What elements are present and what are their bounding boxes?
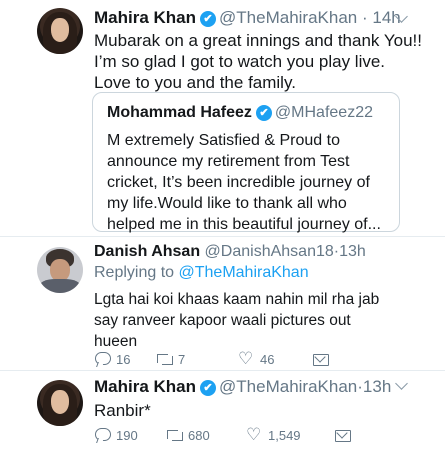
quoted-tweet-text: M extremely Satisfied & Proud to announc… bbox=[107, 130, 392, 235]
like-count: 46 bbox=[260, 351, 275, 367]
tweet-danish-reply[interactable]: Danish Ahsan @DanishAhsan18·13h Replying… bbox=[0, 237, 445, 367]
timestamp[interactable]: 13h bbox=[339, 243, 366, 260]
reply-icon bbox=[94, 351, 112, 367]
quoted-line: helped me in this beautiful journey of..… bbox=[107, 216, 381, 233]
retweet-count: 680 bbox=[188, 427, 210, 443]
direct-message-icon bbox=[312, 351, 330, 367]
direct-message-button[interactable] bbox=[334, 427, 356, 443]
retweet-icon bbox=[156, 351, 174, 367]
retweet-icon bbox=[166, 427, 184, 443]
author-name[interactable]: Mahira Khan bbox=[94, 8, 196, 27]
replying-to: Replying to @TheMahiraKhan bbox=[94, 264, 309, 282]
retweet-count: 7 bbox=[178, 351, 186, 367]
tweet-header: Mahira Khan ✔ @TheMahiraKhan · 14h bbox=[94, 8, 401, 28]
tweet-line: Mubarak on a great innings and thank You… bbox=[94, 31, 422, 50]
replying-to-label: Replying to bbox=[94, 264, 175, 281]
retweet-button[interactable]: 7 bbox=[156, 351, 238, 367]
tweet-text: Mubarak on a great innings and thank You… bbox=[94, 30, 422, 93]
heart-icon: ♡ bbox=[238, 349, 254, 368]
tweet-line: hueen bbox=[94, 333, 138, 350]
verified-icon: ✔ bbox=[255, 105, 272, 121]
tweet-line: Lgta hai koi khaas kaam nahin mil rha ja… bbox=[94, 291, 380, 308]
direct-message-icon bbox=[334, 427, 352, 443]
tweet-line: I’m so glad I got to watch you play live… bbox=[94, 52, 386, 71]
retweet-button[interactable]: 680 bbox=[166, 427, 246, 443]
like-button[interactable]: ♡ 1,549 bbox=[246, 425, 334, 444]
tweet-mahira-2[interactable]: Mahira Khan ✔ @TheMahiraKhan·13h Ranbir* 1… bbox=[0, 371, 445, 450]
separator-dot: · bbox=[361, 8, 368, 27]
avatar-mahira[interactable] bbox=[37, 380, 83, 426]
tweet-mahira-1[interactable]: Mahira Khan ✔ @TheMahiraKhan · 14h Mubarak… bbox=[0, 0, 445, 240]
verified-icon: ✔ bbox=[200, 11, 217, 27]
tweet-header: Mahira Khan ✔ @TheMahiraKhan·13h bbox=[94, 377, 391, 397]
tweet-line: Love to you and the family. bbox=[94, 73, 296, 92]
heart-icon: ♡ bbox=[246, 425, 262, 444]
quoted-author-handle: @MHafeez22 bbox=[274, 104, 373, 121]
quoted-author-name: Mohammad Hafeez bbox=[107, 104, 252, 121]
quoted-line: M extremely Satisfied & Proud to bbox=[107, 132, 340, 149]
reply-button[interactable]: 190 bbox=[94, 427, 166, 443]
author-name[interactable]: Mahira Khan bbox=[94, 377, 196, 396]
quoted-line: announce my retirement from Test bbox=[107, 153, 350, 170]
reply-count: 16 bbox=[116, 351, 131, 367]
avatar-danish[interactable] bbox=[37, 247, 83, 293]
tweet-actions: 190 680 ♡ 1,549 bbox=[94, 425, 356, 444]
tweet-actions: 16 7 ♡ 46 bbox=[94, 349, 334, 368]
author-handle[interactable]: @TheMahiraKhan bbox=[219, 8, 357, 27]
reply-button[interactable]: 16 bbox=[94, 351, 156, 367]
avatar-mahira[interactable] bbox=[37, 8, 83, 54]
author-handle[interactable]: @TheMahiraKhan bbox=[219, 377, 357, 396]
reply-count: 190 bbox=[116, 427, 138, 443]
like-button[interactable]: ♡ 46 bbox=[238, 349, 312, 368]
quoted-line: cricket, It’s been incredible journey of bbox=[107, 174, 370, 191]
like-count: 1,549 bbox=[268, 427, 301, 443]
tweet-text: Lgta hai koi khaas kaam nahin mil rha ja… bbox=[94, 289, 379, 352]
tweet-header: Danish Ahsan @DanishAhsan18·13h bbox=[94, 243, 366, 261]
quoted-tweet-header: Mohammad Hafeez ✔ @MHafeez22 bbox=[107, 104, 373, 122]
tweet-line: say ranveer kapoor waali pictures out bbox=[94, 312, 351, 329]
quoted-line: my life.Would like to thank all who bbox=[107, 195, 347, 212]
caret-down-icon[interactable] bbox=[395, 377, 408, 390]
author-handle[interactable]: @DanishAhsan18 bbox=[205, 243, 334, 260]
timestamp[interactable]: 13h bbox=[363, 377, 391, 396]
tweet-text: Ranbir* bbox=[94, 401, 151, 420]
verified-icon: ✔ bbox=[200, 380, 217, 396]
reply-icon bbox=[94, 427, 112, 443]
direct-message-button[interactable] bbox=[312, 351, 334, 367]
author-name[interactable]: Danish Ahsan bbox=[94, 243, 200, 260]
quoted-tweet[interactable]: Mohammad Hafeez ✔ @MHafeez22 M extremely S… bbox=[92, 92, 400, 235]
replying-to-handle[interactable]: @TheMahiraKhan bbox=[179, 264, 309, 281]
